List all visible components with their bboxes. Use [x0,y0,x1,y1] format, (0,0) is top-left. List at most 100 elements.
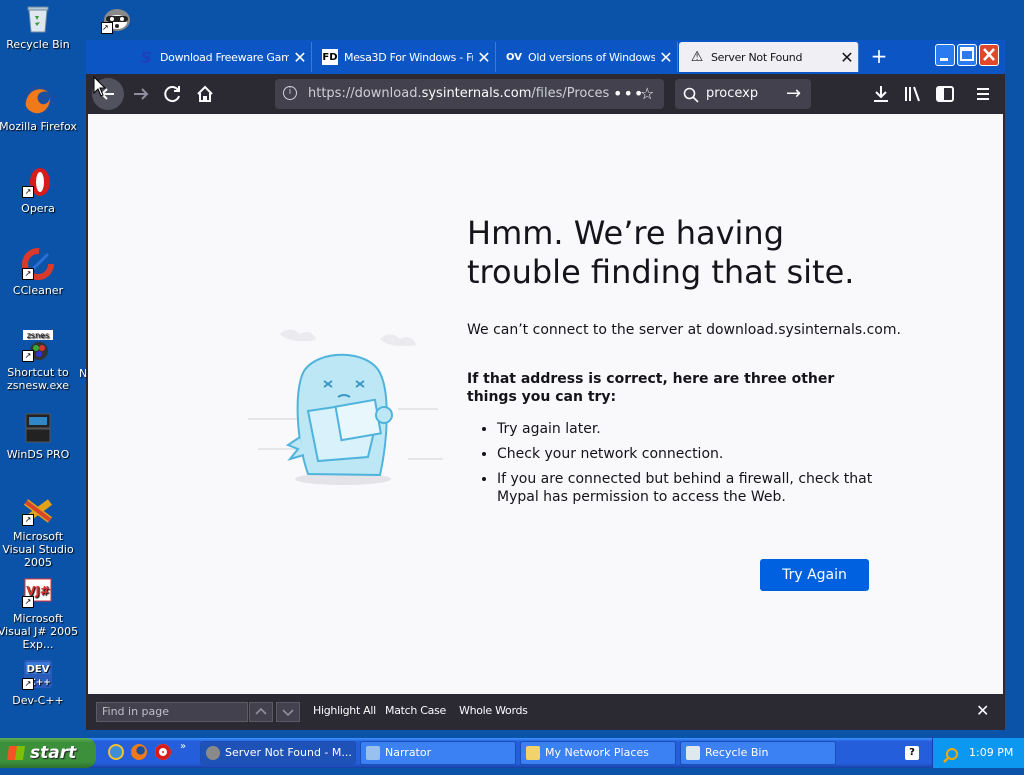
fd-favicon-icon: FD [322,49,338,65]
arrow-right-icon[interactable]: → [786,79,801,109]
downloads-button[interactable] [866,80,896,108]
find-input[interactable]: Find in page [96,702,248,722]
find-previous-button[interactable] [249,702,273,722]
reload-button[interactable] [158,80,188,108]
sidebar-icon [936,86,954,102]
find-next-button[interactable] [276,702,300,722]
suggestion-item: If you are connected but behind a firewa… [497,470,887,506]
error-title: Hmm. We’re having trouble finding that s… [467,214,855,291]
desktop-icon-label: WinDS PRO [6,448,70,461]
taskbar-item-recycle-bin[interactable]: Recycle Bin [680,741,836,765]
start-label: start [30,743,77,763]
taskbar-item-network-places[interactable]: My Network Places [520,741,676,765]
url-bar[interactable]: i https://download.sysinternals.com/file… [275,79,664,109]
shortcut-arrow-icon: ↗ [22,678,34,690]
sidebar-button[interactable] [930,80,960,108]
taskbar-item-label: Recycle Bin [705,746,769,759]
tab-bar: S Download Freeware Gam ✕ FD Mesa3D For … [86,40,1005,74]
start-button[interactable]: start [0,738,96,768]
hamburger-icon [977,88,989,100]
desktop-icon-label: CCleaner [12,284,64,297]
windows-logo-icon [7,746,25,760]
desktop-icon-label: Opera [21,202,55,215]
close-tab-icon[interactable]: ✕ [655,48,677,67]
close-tab-icon[interactable]: ✕ [473,48,495,67]
search-icon [683,79,699,109]
desktop-icon-label: Mozilla Firefox [0,120,77,133]
tab-title: Download Freeware Gam [160,50,289,64]
desktop-icon-opera[interactable]: ↗ Opera [0,166,80,215]
ov-favicon-icon: OV [506,51,522,63]
taskbar-item-browser[interactable]: Server Not Found - M... [200,741,356,765]
zsnes-icon: zsnes ↗ [22,330,54,362]
raccoon-icon[interactable]: ↗ [101,2,133,34]
tab-server-not-found[interactable]: ⚠ Server Not Found ✕ [679,42,859,72]
desktop-icon-recycle-bin[interactable]: Recycle Bin [0,2,80,51]
minimize-button[interactable] [935,44,955,66]
tab-old-versions[interactable]: OV Old versions of Windows, ✕ [496,42,678,72]
close-icon [983,48,995,61]
shortcut-arrow-icon: ↗ [22,186,34,198]
desktop-icon-visual-j[interactable]: VJ# ↗ Microsoft Visual J# 2005 Exp... [0,576,80,651]
desktop-icon-label: Microsoft Visual Studio 2005 [2,530,74,569]
home-button[interactable] [190,80,220,108]
desktop-icon-firefox[interactable]: Mozilla Firefox [0,84,80,133]
search-bar[interactable]: procexp → [675,79,811,109]
forward-button[interactable] [126,80,156,108]
match-case-option[interactable]: Match Case [385,704,446,717]
highlight-all-option[interactable]: Highlight All [313,704,376,717]
tab-download-freeware[interactable]: S Download Freeware Gam ✕ [128,42,312,72]
close-tab-icon[interactable]: ✕ [836,48,858,67]
winds-pro-icon [22,412,54,444]
maximize-icon [960,47,974,61]
desktop-icon-dev-cpp[interactable]: DEV C++ ↗ Dev-C++ [0,658,80,707]
whole-words-option[interactable]: Whole Words [459,704,528,717]
taskbar-item-label: Narrator [385,746,432,759]
ie-quicklaunch-icon[interactable] [108,744,124,760]
desktop-icon-visual-studio[interactable]: ↗ Microsoft Visual Studio 2005 [0,494,80,569]
clock[interactable]: 1:09 PM [969,738,1013,768]
suggestions-heading: If that address is correct, here are thr… [467,371,835,405]
svg-text:zsnes: zsnes [27,331,50,340]
folder-icon [526,746,540,760]
mouse-cursor-icon [93,76,107,97]
shortcut-arrow-icon: ↗ [22,514,34,526]
shortcut-arrow-icon: ↗ [101,22,113,34]
suggestion-item: Try again later. [497,420,887,438]
tab-mesa3d[interactable]: FD Mesa3D For Windows - Fr ✕ [312,42,496,72]
search-tray-icon[interactable] [943,745,959,775]
desktop-icon-zsnes[interactable]: zsnes ↗ Shortcut to zsnesw.exe [0,330,80,392]
recycle-bin-icon [22,2,54,34]
warning-icon: ⚠ [690,49,704,65]
tab-title: Old versions of Windows, [528,50,655,64]
suggestion-item: Check your network connection. [497,445,887,463]
try-again-button[interactable]: Try Again [760,559,869,591]
close-tab-icon[interactable]: ✕ [289,48,311,67]
taskbar-item-narrator[interactable]: Narrator [360,741,516,765]
info-icon[interactable]: i [283,86,297,100]
desktop-icon-label: Dev-C++ [12,694,64,707]
narrator-icon [366,746,380,760]
new-tab-button[interactable]: + [866,42,892,72]
close-find-bar-icon[interactable]: ✕ [976,701,989,720]
library-button[interactable] [898,80,928,108]
quicklaunch-overflow-icon[interactable]: » [180,741,186,752]
firefox-quicklaunch-icon[interactable] [131,744,147,760]
minimize-icon [940,58,948,61]
svg-text:DEV: DEV [27,664,50,675]
opera-icon: ↗ [22,166,54,198]
taskbar: start » Server Not Found - M... Narrator… [0,738,1024,768]
error-description: We can’t connect to the server at downlo… [467,322,901,338]
help-icon[interactable]: ? [905,746,919,760]
close-window-button[interactable] [979,44,999,66]
desktop-icon-ccleaner[interactable]: ↗ CCleaner [0,248,80,297]
star-icon[interactable]: ☆ [640,79,654,109]
opera-quicklaunch-icon[interactable] [155,744,171,760]
maximize-button[interactable] [957,44,977,66]
recycle-bin-icon [686,746,700,760]
desktop-icon-winds-pro[interactable]: WinDS PRO [0,412,80,461]
visual-studio-icon: ↗ [22,494,54,526]
browser-window: S Download Freeware Gam ✕ FD Mesa3D For … [86,40,1005,730]
ccleaner-icon: ↗ [22,248,54,280]
menu-button[interactable] [968,80,998,108]
